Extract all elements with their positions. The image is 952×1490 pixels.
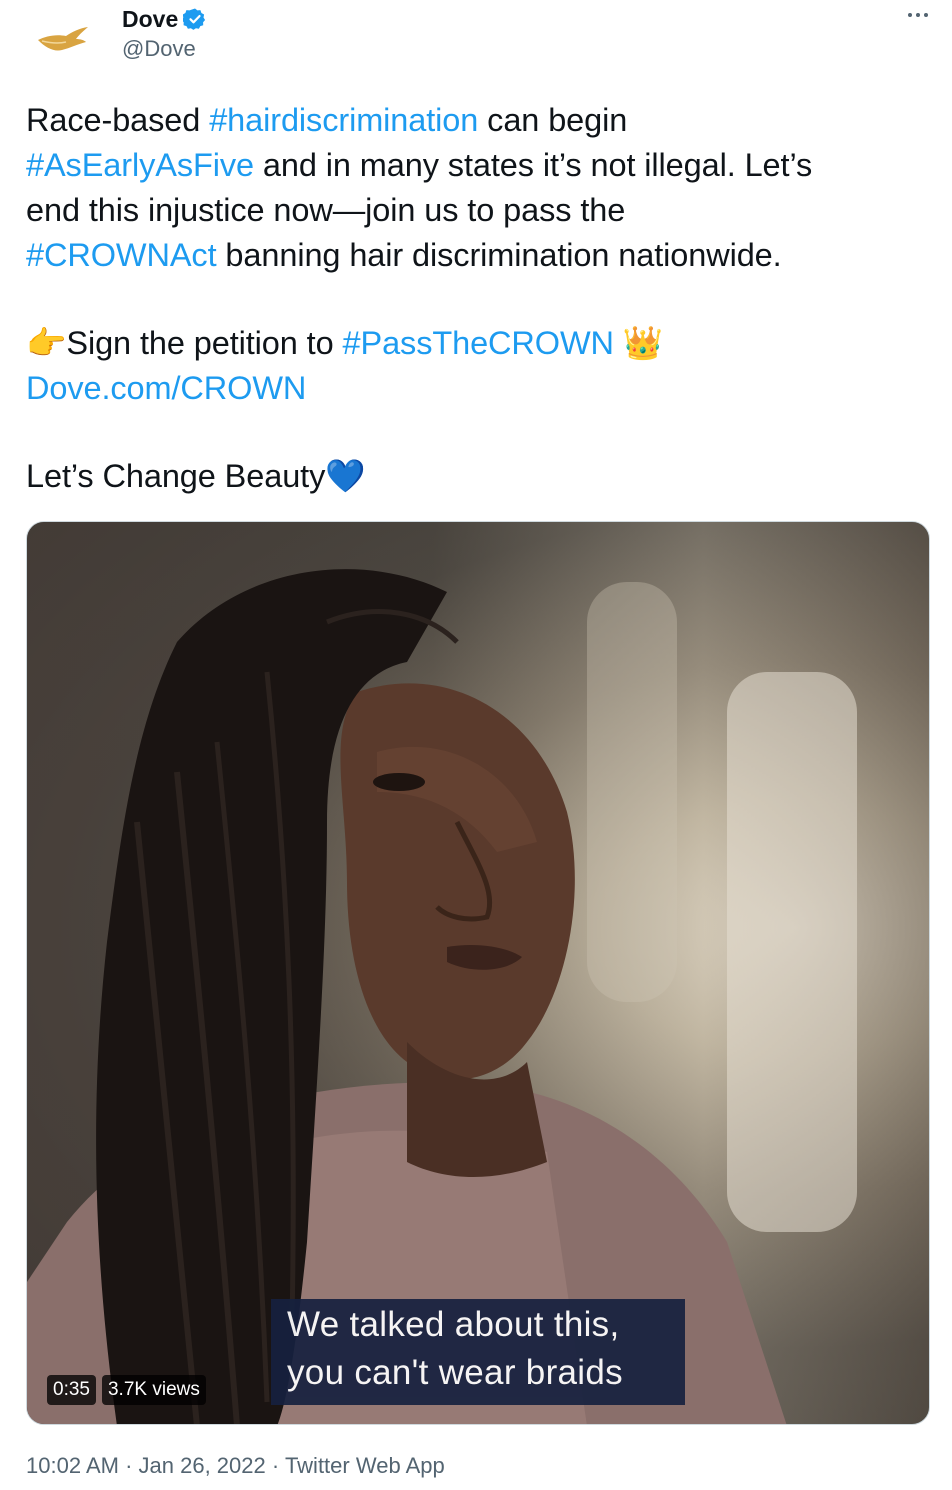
subtitle-line-2: you can't wear braids <box>287 1353 623 1392</box>
tweet-line-4: #CROWNAct banning hair discrimination na… <box>26 233 936 278</box>
video-subtitle: We talked about this, you can't wear bra… <box>271 1299 685 1405</box>
subtitle-line-1: We talked about this, <box>287 1305 620 1344</box>
text-segment: banning hair discrimination nationwide. <box>216 237 782 273</box>
tweet-line-7: Let’s Change Beauty💙 <box>26 454 936 499</box>
text-segment: end this injustice now—join us to pass t… <box>26 192 626 228</box>
avatar[interactable] <box>26 8 98 80</box>
author-handle[interactable]: @Dove <box>122 36 196 62</box>
video-duration: 0:35 <box>47 1375 96 1405</box>
tweet: Dove @Dove Race-based #hairdiscriminatio… <box>0 0 952 1490</box>
tweet-line-1: Race-based #hairdiscrimination can begin <box>26 98 936 143</box>
tweet-date[interactable]: Jan 26, 2022 <box>139 1453 266 1478</box>
dot <box>924 13 928 17</box>
tweet-line-5: 👉Sign the petition to #PassTheCROWN 👑 <box>26 321 936 366</box>
hashtag-link[interactable]: #hairdiscrimination <box>209 102 478 138</box>
author-name-row: Dove <box>122 4 207 34</box>
author-display-name[interactable]: Dove <box>122 6 178 33</box>
text-segment: and in many states it’s not illegal. Let… <box>253 147 813 183</box>
hashtag-link[interactable]: #PassTheCROWN <box>343 325 615 361</box>
text-segment: 👉Sign the petition to <box>26 325 343 361</box>
tweet-header: Dove @Dove <box>26 0 928 80</box>
tweet-time[interactable]: 10:02 AM <box>26 1453 119 1478</box>
text-segment: Let’s Change Beauty💙 <box>26 458 366 494</box>
tweet-line-3: end this injustice now—join us to pass t… <box>26 188 936 233</box>
crown-emoji-icon: 👑 <box>613 325 664 361</box>
tweet-line-6: Dove.com/CROWN <box>26 366 936 411</box>
hashtag-link[interactable]: #CROWNAct <box>26 237 217 273</box>
meta-separator: · <box>125 1453 133 1478</box>
dot <box>916 13 920 17</box>
tweet-text: Race-based #hairdiscrimination can begin… <box>26 98 936 499</box>
text-segment: Race-based <box>26 102 210 138</box>
video-frame-illustration <box>27 569 857 1424</box>
hashtag-link[interactable]: #AsEarlyAsFive <box>26 147 254 183</box>
tweet-meta: 10:02 AM · Jan 26, 2022 · Twitter Web Ap… <box>26 1453 445 1479</box>
dot <box>908 13 912 17</box>
video-views: 3.7K views <box>101 1375 206 1405</box>
dove-bird-logo-icon <box>38 27 88 51</box>
video-badges: 0:35 3.7K views <box>47 1375 206 1405</box>
tweet-line-2: #AsEarlyAsFive and in many states it’s n… <box>26 143 936 188</box>
text-segment: can begin <box>478 102 628 138</box>
meta-separator: · <box>271 1453 280 1478</box>
verified-badge-icon <box>183 8 206 30</box>
more-options-icon[interactable] <box>898 0 938 30</box>
external-link[interactable]: Dove.com/CROWN <box>26 370 306 406</box>
tweet-source[interactable]: Twitter Web App <box>285 1453 445 1478</box>
video-player[interactable]: We talked about this, you can't wear bra… <box>26 521 930 1425</box>
